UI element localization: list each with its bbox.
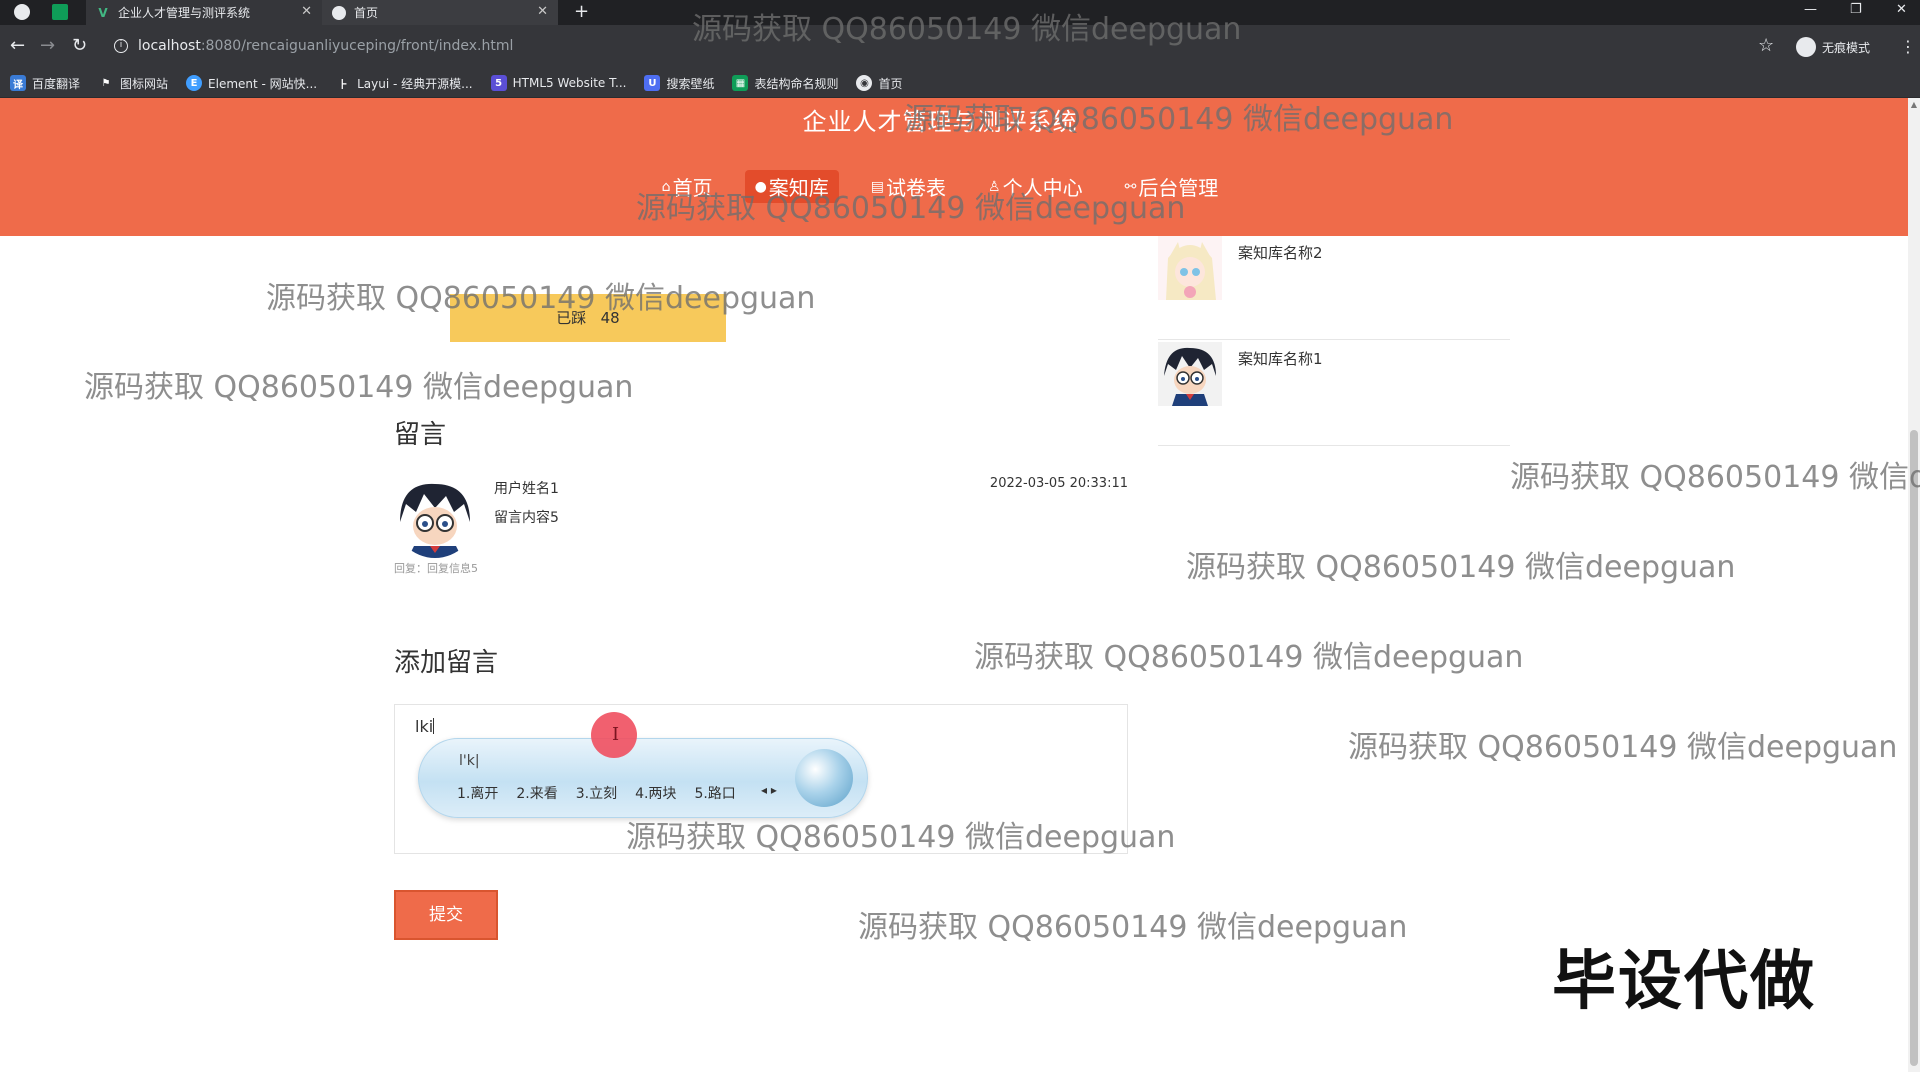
star-icon[interactable]: ☆ xyxy=(1758,35,1774,56)
comment-content: 留言内容5 xyxy=(494,510,559,526)
chrome-menu-icon[interactable] xyxy=(14,4,30,20)
bookmark-item[interactable]: 5 HTML5 Website T... xyxy=(490,75,626,91)
tab-system[interactable]: V 企业人才管理与测评系统 ✕ xyxy=(86,0,322,25)
nav-profile[interactable]: ♙ 个人中心 xyxy=(978,170,1093,203)
vue-icon: V xyxy=(98,5,108,20)
translate-icon: 译 xyxy=(10,75,26,91)
ime-pinyin: l'k| xyxy=(459,753,480,769)
tab-home[interactable]: 首页 ✕ xyxy=(322,0,558,25)
bookmark-item[interactable]: E Element - 网站快... xyxy=(186,75,317,92)
tab-title: 企业人才管理与测评系统 xyxy=(118,6,251,20)
close-icon[interactable]: ✕ xyxy=(537,4,548,19)
bookmark-item[interactable]: ▦ 表结构命名规则 xyxy=(732,75,838,92)
address-bar[interactable]: i localhost:8080/rencaiguanliyuceping/fr… xyxy=(108,33,1768,61)
globe-icon xyxy=(332,5,346,20)
close-window-icon[interactable]: ✕ xyxy=(1896,2,1907,17)
thumbnail-image xyxy=(1158,342,1222,406)
watermark-text: 源码获取 QQ86050149 微信deepguan xyxy=(1510,460,1920,495)
side-list-item[interactable]: 案知库名称1 xyxy=(1158,342,1510,446)
ime-candidate[interactable]: 3.立刻 xyxy=(576,783,617,803)
comment-username: 用户姓名1 xyxy=(494,481,559,497)
ime-page-arrows-icon[interactable]: ◂ ▸ xyxy=(761,783,777,797)
bookmark-item[interactable]: ⺊ Layui - 经典开源模... xyxy=(335,75,472,92)
watermark-text: 源码获取 QQ86050149 微信deepguan xyxy=(84,370,634,405)
text-cursor-icon: I xyxy=(612,724,620,745)
ime-candidate[interactable]: 1.离开 xyxy=(457,783,498,803)
avatar xyxy=(394,476,476,558)
bookmarks-bar: 译百度翻译 ⚑ 图标网站 E Element - 网站快... ⺊ Layui - 经… xyxy=(0,69,1920,98)
thumbnail-image xyxy=(1158,236,1222,300)
more-menu-icon[interactable]: ⋮ xyxy=(1900,37,1916,56)
watermark-text: 源码获取 QQ86050149 微信deepguan xyxy=(858,910,1408,945)
home-icon: ⌂ xyxy=(661,178,671,195)
main-nav: ⌂ 首页 ● 案知库 ▤ 试卷表 ♙ 个人中心 ⚯ 后台管理 xyxy=(0,170,1880,203)
ime-logo-icon xyxy=(795,749,853,807)
side-item-title: 案知库名称1 xyxy=(1238,350,1323,368)
paper-icon: ▤ xyxy=(870,178,885,195)
tab-title: 首页 xyxy=(354,6,379,20)
side-item-title: 案知库名称2 xyxy=(1238,244,1323,262)
minimize-icon[interactable]: — xyxy=(1804,2,1817,17)
html5-icon: 5 xyxy=(490,75,507,91)
ime-candidate[interactable]: 4.两块 xyxy=(635,783,676,803)
watermark-text: 源码获取 QQ86050149 微信deepguan xyxy=(974,640,1524,675)
nav-home[interactable]: ⌂ 首页 xyxy=(652,170,723,203)
ime-candidate[interactable]: 5.路口 xyxy=(694,783,735,803)
ime-candidates: 1.离开 2.来看 3.立刻 4.两块 5.路口 xyxy=(457,783,736,803)
page-scrollbar-thumb[interactable] xyxy=(1910,430,1918,1066)
watermark-text: 源码获取 QQ86050149 微信deepguan xyxy=(1186,550,1736,585)
browser-tab-bar: V 企业人才管理与测评系统 ✕ 首页 ✕ + — ❐ ✕ xyxy=(0,0,1920,25)
bookmark-item[interactable]: U 搜索壁纸 xyxy=(644,75,714,92)
dislike-count: 48 xyxy=(600,309,620,327)
add-comment-title: 添加留言 xyxy=(394,648,499,678)
nav-case-library[interactable]: ● 案知库 xyxy=(744,170,839,203)
site-title: 企业人才管理与测评系统 xyxy=(802,108,1078,136)
url-text[interactable]: localhost:8080/rencaiguanliyuceping/fron… xyxy=(138,38,513,54)
side-list-item[interactable]: 案知库名称2 xyxy=(1158,236,1510,340)
close-icon[interactable]: ✕ xyxy=(301,4,312,19)
globe-icon: ◉ xyxy=(856,75,873,91)
reload-icon[interactable]: ↻ xyxy=(72,35,87,57)
comments-title: 留言 xyxy=(394,420,447,450)
sheets-icon[interactable] xyxy=(52,4,68,20)
sheet-icon: ▦ xyxy=(732,75,749,91)
corner-badge-text: 毕设代做 xyxy=(1552,945,1816,1019)
dislike-label: 已踩 xyxy=(556,309,587,327)
info-icon[interactable]: i xyxy=(114,39,128,53)
layui-icon: ⺊ xyxy=(338,79,349,91)
bookmark-item[interactable]: ◉ 首页 xyxy=(856,75,903,92)
restore-icon[interactable]: ❐ xyxy=(1850,2,1862,17)
incognito-icon xyxy=(1796,37,1816,57)
ime-candidate-popup[interactable]: l'k| 1.离开 2.来看 3.立刻 4.两块 5.路口 ◂ ▸ xyxy=(418,738,868,818)
link-icon: ⚯ xyxy=(1124,178,1137,195)
comment-item: 用户姓名1 留言内容5 2022-03-05 20:33:11 回复：回复信息5 xyxy=(394,476,1128,576)
flag-icon: ⚑ xyxy=(101,77,111,89)
new-tab-button[interactable]: + xyxy=(574,1,589,22)
nav-papers[interactable]: ▤ 试卷表 xyxy=(861,170,956,203)
bookmark-item[interactable]: ⚑ 图标网站 xyxy=(98,75,169,92)
bookmark-item[interactable]: 译百度翻译 xyxy=(10,75,80,92)
book-icon: ● xyxy=(754,178,767,195)
incognito-label: 无痕模式 xyxy=(1822,40,1871,55)
watermark-text: 源码获取 QQ86050149 微信deepguan xyxy=(1348,730,1898,765)
incognito-indicator[interactable]: 无痕模式 xyxy=(1796,37,1870,57)
site-header: 企业人才管理与测评系统 ⌂ 首页 ● 案知库 ▤ 试卷表 ♙ 个人中心 ⚯ 后台管理 xyxy=(0,98,1908,236)
element-icon: E xyxy=(186,75,203,91)
ime-candidate[interactable]: 2.来看 xyxy=(516,783,557,803)
comment-reply: 回复：回复信息5 xyxy=(394,562,478,575)
submit-button[interactable]: 提交 xyxy=(394,890,498,940)
textarea-value: lki xyxy=(415,717,435,736)
text-caret xyxy=(433,718,435,734)
wallpaper-icon: U xyxy=(644,75,661,91)
user-icon: ♙ xyxy=(988,178,1001,195)
forward-icon[interactable]: → xyxy=(40,35,55,57)
back-icon[interactable]: ← xyxy=(10,35,25,57)
nav-admin[interactable]: ⚯ 后台管理 xyxy=(1115,170,1229,203)
dislike-button[interactable]: 已踩 48 xyxy=(450,294,726,342)
comment-timestamp: 2022-03-05 20:33:11 xyxy=(989,476,1128,491)
browser-toolbar: ← → ↻ i localhost:8080/rencaiguanliyucep… xyxy=(0,25,1920,69)
scroll-up-icon[interactable]: ▲ xyxy=(1910,100,1918,109)
